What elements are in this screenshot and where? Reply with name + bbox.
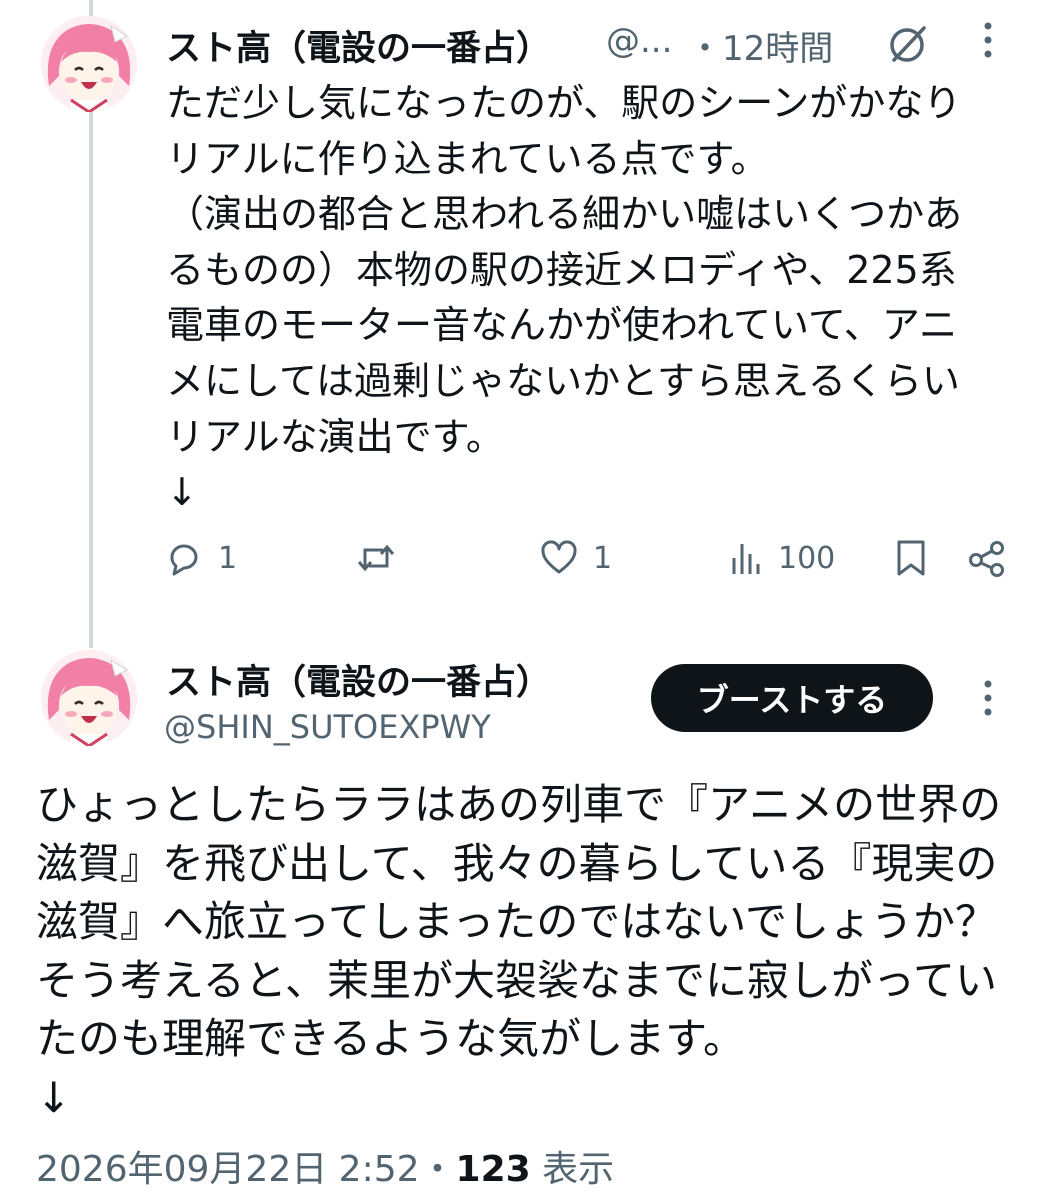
bookmark-button[interactable] xyxy=(893,536,943,580)
author-name[interactable]: スト高（電設の一番占） xyxy=(166,20,551,71)
more-icon[interactable] xyxy=(976,18,1000,66)
avatar[interactable] xyxy=(41,16,137,112)
grok-icon[interactable] xyxy=(886,22,930,70)
avatar[interactable] xyxy=(41,650,137,746)
retweet-icon xyxy=(357,544,395,572)
share-button[interactable] xyxy=(968,536,1020,580)
tweet-text: ただ少し気になったのが、駅のシーンがかなり リアルに作り込まれている点です。 （… xyxy=(166,81,963,515)
boost-button[interactable]: ブーストする xyxy=(651,664,933,732)
views-button[interactable]: 100 xyxy=(730,536,835,580)
tweet-text: ひょっとしたらララはあの列車で『アニメの世界の 滋賀』を飛び出して、我々の暮らし… xyxy=(36,780,1002,1122)
separator: ・ xyxy=(419,1149,456,1190)
post-metadata: 2026年09月22日 2:52・123 表示 xyxy=(36,1140,614,1192)
reply-button[interactable]: 1 xyxy=(164,536,237,580)
view-count: 100 xyxy=(778,540,836,576)
share-icon xyxy=(969,541,1004,577)
like-button[interactable]: 1 xyxy=(539,536,612,580)
view-count: 123 xyxy=(455,1149,531,1190)
like-count: 1 xyxy=(593,540,613,576)
views-icon xyxy=(732,544,760,574)
avatar-image xyxy=(41,16,137,112)
post-time[interactable]: ・12時間 xyxy=(688,21,833,70)
bookmark-icon xyxy=(897,540,925,576)
avatar-image xyxy=(41,650,137,746)
view-label: 表示 xyxy=(542,1149,615,1190)
author-handle[interactable]: @SHIN_SUTOEXPWY xyxy=(164,708,491,746)
post-timestamp[interactable]: 2026年09月22日 2:52 xyxy=(36,1149,420,1190)
reply-icon xyxy=(170,544,198,576)
author-name[interactable]: スト高（電設の一番占） xyxy=(166,654,551,705)
more-icon[interactable] xyxy=(976,676,1000,724)
retweet-button[interactable] xyxy=(355,536,411,580)
reply-count: 1 xyxy=(218,540,238,576)
author-handle[interactable]: @... xyxy=(606,21,672,61)
like-icon xyxy=(541,540,577,574)
